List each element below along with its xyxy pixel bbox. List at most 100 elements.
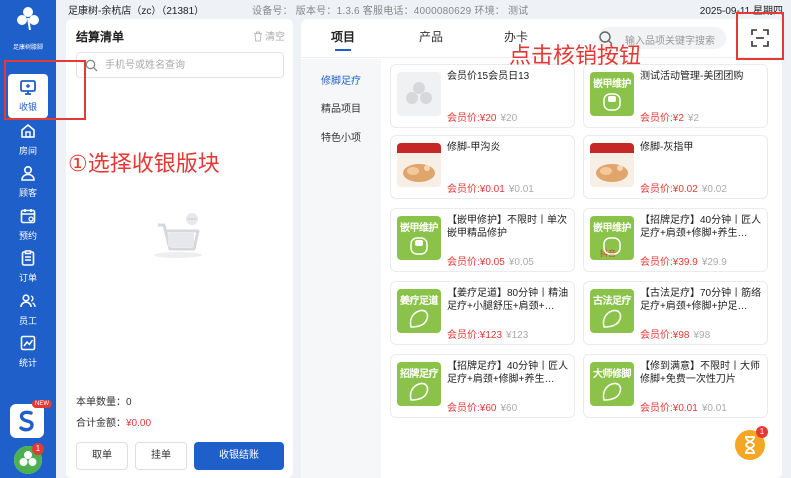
product-price: 会员价:¥0.02 ¥0.02 [640, 180, 727, 195]
product-card[interactable]: 会员价15会员日13 会员价:¥20 ¥20 [390, 64, 575, 128]
product-price: 会员价:¥123 ¥123 [447, 326, 528, 341]
product-name: 会员价15会员日13 [447, 71, 530, 82]
member-price: 会员价:¥123 [447, 330, 503, 341]
logo-text: 足康树膝脚 [12, 45, 43, 51]
product-card[interactable]: 嵌甲维护 抖音 【招牌足疗】40分钟丨匠人足疗+肩颈+修脚+养生… 会员价:¥3… [583, 208, 768, 272]
total-value: ¥0.00 [126, 418, 152, 429]
original-price: ¥123 [506, 330, 529, 341]
product-thumbnail [397, 143, 441, 187]
quantity-label: 本单数量： [76, 397, 126, 408]
category-item[interactable]: 精品项目 [301, 100, 381, 115]
original-price: ¥0.01 [701, 403, 727, 414]
member-price: 会员价:¥0.02 [640, 184, 698, 195]
product-price: 会员价:¥98 ¥98 [640, 326, 710, 341]
product-name: 【姜疗足道】80分钟丨精油足疗+小腿舒压+肩颈+… [447, 288, 569, 312]
foot-photo-icon [397, 143, 441, 182]
checkout-panel: 结算清单 清空 本单数量：0 合计金额：¥0.00 取单 挂单 收银结账 [66, 19, 293, 478]
product-card[interactable]: 招牌足疗 【招牌足疗】40分钟丨匠人足疗+肩颈+修脚+养生… 会员价:¥60 ¥6… [390, 354, 575, 418]
annotation-step2: 点击核销按钮 [509, 44, 642, 69]
member-price: 会员价:¥60 [447, 403, 497, 414]
nav-label: 房间 [18, 146, 37, 156]
original-price: ¥20 [500, 113, 518, 124]
foot-graphic-icon [409, 382, 429, 401]
product-name: 【招牌足疗】40分钟丨匠人足疗+肩颈+修脚+养生… [640, 215, 762, 239]
product-card[interactable]: 修脚-甲沟炎 会员价:¥0.01 ¥0.01 [390, 135, 575, 199]
clover-placeholder-icon [406, 82, 432, 104]
nail-graphic-icon [603, 93, 621, 111]
annotation-step1: ①选择收银版块 [68, 152, 220, 177]
notification-badge: 1 [756, 426, 768, 438]
customer-search-input[interactable] [105, 57, 275, 73]
nail-graphic-icon [410, 237, 428, 255]
member-price: 会员价:¥0.01 [447, 184, 505, 195]
search-icon [85, 59, 98, 72]
store-name: 足康树-余杭店（zc）（21381） [68, 6, 205, 17]
category-list: 修脚足疗 精品项目 特色小项 [301, 59, 381, 478]
pending-orders-button[interactable]: 1 [735, 426, 768, 460]
member-price: 会员价:¥0.01 [640, 403, 698, 414]
product-name: 【嵌甲修护】不限时丨单次嵌甲精品修护 [447, 215, 567, 239]
new-badge: NEW [32, 400, 52, 408]
product-name: 修脚-甲沟炎 [447, 142, 501, 153]
customer-search[interactable] [76, 52, 284, 78]
nav-item-statistics[interactable]: 统计 [0, 330, 56, 374]
product-card[interactable]: 嵌甲维护 【嵌甲修护】不限时丨单次嵌甲精品修护 会员价:¥0.05 ¥0.05 [390, 208, 575, 272]
member-price: 会员价:¥2 [640, 113, 684, 124]
checkout-button[interactable]: 收银结账 [194, 442, 284, 470]
nav-item-staff[interactable]: 员工 [0, 288, 56, 332]
product-name: 【古法足疗】70分钟丨筋络足疗+肩颈+修脚+护足… [640, 288, 762, 312]
nav-item-rooms[interactable]: 房间 [0, 118, 56, 162]
product-thumbnail [397, 72, 441, 116]
product-name: 测试活动管理-美团团购 [640, 71, 744, 82]
product-price: 会员价:¥60 ¥60 [447, 399, 517, 414]
cancel-order-button[interactable]: 取单 [76, 442, 128, 470]
product-thumbnail: 招牌足疗 [397, 362, 441, 406]
nav-label: 顾客 [18, 188, 37, 198]
original-price: ¥29.9 [701, 257, 727, 268]
product-price: 会员价:¥39.9 ¥29.9 [640, 253, 727, 268]
house-icon [21, 123, 35, 138]
product-card[interactable]: 嵌甲维护 测试活动管理-美团团购 会员价:¥2 ¥2 [583, 64, 768, 128]
trash-icon [254, 31, 262, 42]
nav-label: 员工 [18, 316, 37, 326]
product-card[interactable]: 姜疗足道 【姜疗足道】80分钟丨精油足疗+小腿舒压+肩颈+… 会员价:¥123 ¥… [390, 281, 575, 345]
category-item[interactable]: 修脚足疗 [301, 72, 381, 87]
original-price: ¥0.02 [701, 184, 727, 195]
product-thumbnail: 嵌甲维护 [397, 216, 441, 260]
nav-label: 预约 [18, 231, 37, 241]
nav-item-orders[interactable]: 订单 [0, 245, 56, 289]
product-thumbnail: 嵌甲维护 [590, 72, 634, 116]
nav-label: 订单 [18, 273, 37, 283]
original-price: ¥98 [693, 330, 711, 341]
clear-button[interactable]: 清空 [253, 28, 285, 43]
product-price: 会员价:¥20 ¥20 [447, 109, 517, 124]
foot-graphic-icon [409, 309, 429, 328]
tab-items[interactable]: 项目 [331, 28, 355, 45]
plugin-shortcut-button[interactable]: 1 [14, 443, 44, 474]
product-price: 会员价:¥0.05 ¥0.05 [447, 253, 534, 268]
app-shortcut-button[interactable]: NEW [10, 400, 52, 438]
product-thumbnail [590, 143, 634, 187]
original-price: ¥0.05 [508, 257, 534, 268]
product-thumbnail: 古法足疗 [590, 289, 634, 333]
original-price: ¥60 [500, 403, 518, 414]
clear-label: 清空 [265, 32, 285, 43]
active-tab-indicator [335, 49, 351, 51]
member-price: 会员价:¥98 [640, 330, 690, 341]
product-card[interactable]: 古法足疗 【古法足疗】70分钟丨筋络足疗+肩颈+修脚+护足… 会员价:¥98 ¥9… [583, 281, 768, 345]
product-name: 【招牌足疗】40分钟丨匠人足疗+肩颈+修脚+养生… [447, 361, 569, 385]
nav-item-appointments[interactable]: 预约 [0, 203, 56, 247]
member-price: 会员价:¥39.9 [640, 257, 698, 268]
product-card[interactable]: 大师修脚 【修到满意】不限时丨大师修脚+免费一次性刀片 会员价:¥0.01 ¥0.… [583, 354, 768, 418]
notification-badge: 1 [32, 443, 44, 455]
category-item[interactable]: 特色小项 [301, 129, 381, 144]
nav-item-customers[interactable]: 顾客 [0, 160, 56, 204]
product-card[interactable]: 修脚-灰指甲 会员价:¥0.02 ¥0.02 [583, 135, 768, 199]
member-price: 会员价:¥0.05 [447, 257, 505, 268]
tab-products[interactable]: 产品 [419, 28, 443, 45]
product-thumbnail: 嵌甲维护 抖音 [590, 216, 634, 260]
s-logo-icon [19, 410, 34, 432]
foot-graphic-icon [602, 309, 622, 328]
hold-order-button[interactable]: 挂单 [135, 442, 187, 470]
product-name: 【修到满意】不限时丨大师修脚+免费一次性刀片 [640, 361, 760, 385]
